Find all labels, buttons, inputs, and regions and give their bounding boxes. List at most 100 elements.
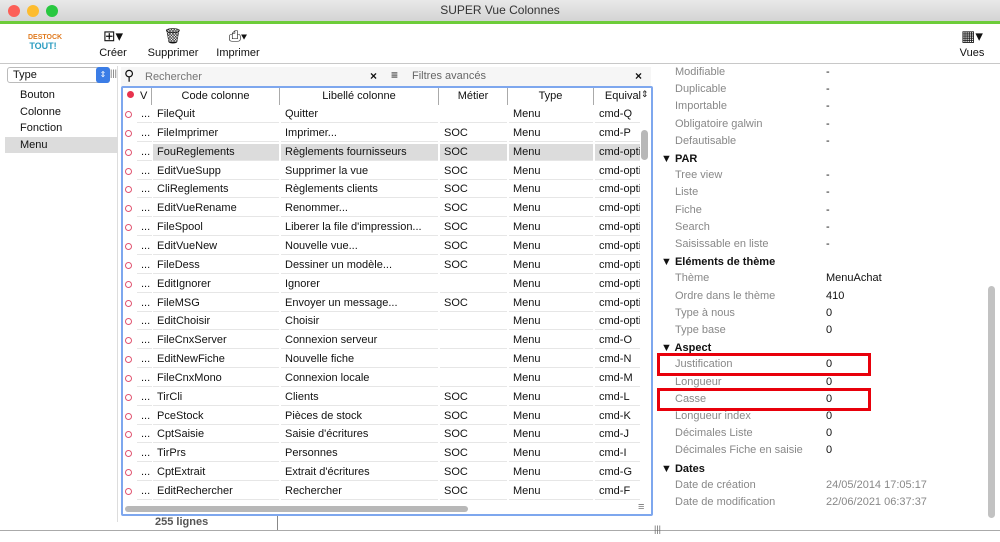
split-handle-right[interactable]: ||| — [654, 524, 661, 534]
minimize-window-button[interactable] — [27, 5, 39, 17]
row-status-icon — [125, 186, 132, 194]
property-label: Defautisable — [675, 134, 737, 147]
type-cell: Menu — [509, 332, 593, 350]
metier-cell: SOC — [440, 445, 507, 463]
disclosure-triangle-icon[interactable]: ▼ — [661, 153, 675, 165]
label-cell: Supprimer la vue — [281, 163, 438, 180]
clear-filters-icon[interactable]: × — [635, 69, 642, 83]
code-cell: EditNewFiche — [153, 351, 279, 369]
row-status-icon — [125, 431, 132, 439]
table-row[interactable]: ... FileCnxMono Connexion locale Menu cmd-M — [123, 369, 641, 388]
table-row[interactable]: ... FileMSG Envoyer un message... SOC Menu cm… — [123, 294, 641, 313]
table-row[interactable]: ... EditVueSupp Supprimer la vue SOC Menu cmd… — [123, 162, 641, 181]
table-row[interactable]: ... TirPrs Personnes SOC Menu cmd-I — [123, 444, 641, 463]
equiv-cell: cmd-J — [595, 426, 640, 444]
property-label: Modifiable — [675, 66, 726, 78]
create-button[interactable]: ⊞▾ Créer — [96, 27, 130, 59]
advanced-filters-button[interactable]: Filtres avancés — [412, 70, 486, 82]
section-header[interactable]: ▼ Eléments de thème — [661, 256, 775, 268]
property-label: Liste — [675, 186, 699, 199]
table-row[interactable]: ... TirCli Clients SOC Menu cmd-L — [123, 388, 641, 407]
table-row[interactable]: ... CliReglements Règlements clients SOC Men… — [123, 180, 641, 199]
code-cell: FileQuit — [153, 106, 279, 123]
column-header[interactable]: Type — [508, 88, 594, 105]
label-cell: Clients — [281, 389, 438, 406]
table-row[interactable]: ... CptExtrait Extrait d'écritures SOC Menu c… — [123, 463, 641, 482]
table-row[interactable]: ... EditChoisir Choisir Menu cmd-opti — [123, 312, 641, 331]
column-header[interactable]: Equival — [594, 88, 641, 105]
property-value: MenuAchat — [826, 272, 882, 285]
properties-scrollbar[interactable] — [988, 286, 995, 518]
equiv-cell: cmd-N — [595, 351, 640, 369]
label-cell: Renommer... — [281, 200, 438, 218]
label-cell: Connexion serveur — [281, 332, 438, 350]
label-cell: Rechercher — [281, 483, 438, 500]
property-label: Longueur index — [675, 410, 751, 422]
vertical-scrollbar[interactable] — [641, 130, 648, 160]
disclosure-triangle-icon[interactable]: ▼ — [661, 463, 675, 475]
column-header[interactable]: Libellé colonne — [280, 88, 439, 105]
split-handle[interactable]: ||| — [110, 68, 117, 78]
close-window-button[interactable] — [8, 5, 20, 17]
print-button[interactable]: ⎙▾ Imprimer — [214, 27, 262, 59]
type-cell: Menu — [509, 143, 593, 161]
horizontal-scrollbar[interactable] — [125, 506, 468, 512]
row-v-cell: ... — [137, 276, 152, 293]
equiv-cell: cmd-opti — [595, 257, 640, 274]
label-cell: Liberer la file d'impression... — [281, 219, 438, 237]
column-header[interactable]: Métier — [439, 88, 508, 105]
row-v-cell: ... — [137, 332, 152, 350]
table-row[interactable]: ... FileCnxServer Connexion serveur Menu cmd… — [123, 331, 641, 350]
metier-cell: SOC — [440, 483, 507, 500]
label-cell: Quitter — [281, 106, 438, 123]
sort-icon[interactable]: ⇕ — [641, 89, 649, 100]
type-item-colonne[interactable]: Colonne — [5, 104, 118, 120]
section-header[interactable]: ▼ Dates — [661, 463, 705, 475]
search-input[interactable] — [145, 69, 365, 84]
column-header[interactable]: V — [137, 88, 152, 105]
delete-button[interactable]: 🗑 Supprimer — [145, 27, 201, 59]
property-value: 24/05/2014 17:05:17 — [826, 478, 927, 491]
type-item-menu[interactable]: Menu — [5, 136, 118, 153]
property-value: - — [826, 238, 830, 250]
disclosure-triangle-icon[interactable]: ▼ — [661, 342, 675, 354]
section-header[interactable]: ▼ Aspect — [661, 342, 711, 354]
table-row[interactable]: ... EditNewFiche Nouvelle fiche Menu cmd-N — [123, 350, 641, 369]
table-row[interactable]: ... FileSpool Liberer la file d'impression… — [123, 218, 641, 237]
column-header[interactable]: Code colonne — [152, 88, 280, 105]
type-item-fonction[interactable]: Fonction — [5, 120, 118, 136]
table-row[interactable]: ... FouReglements Règlements fournisseurs S… — [123, 143, 641, 162]
views-button[interactable]: ▦▾ Vues — [956, 27, 988, 59]
row-v-cell: ... — [137, 389, 152, 406]
table-row[interactable]: ... FileQuit Quitter Menu cmd-Q — [123, 105, 641, 124]
row-v-cell: ... — [137, 370, 152, 387]
table-row[interactable]: ... EditVueNew Nouvelle vue... SOC Menu cmd-o… — [123, 237, 641, 256]
disclosure-triangle-icon[interactable]: ▼ — [661, 256, 675, 268]
status-dot-icon — [127, 91, 134, 98]
row-v-cell: ... — [137, 483, 152, 500]
row-status-icon — [125, 224, 132, 232]
equiv-cell: cmd-Q — [595, 106, 640, 123]
table-row[interactable]: ... CptSaisie Saisie d'écritures SOC Menu cmd… — [123, 425, 641, 444]
table-row[interactable]: ... EditVueRename Renommer... SOC Menu cmd-op… — [123, 199, 641, 218]
clear-search-icon[interactable]: × — [370, 69, 377, 83]
column-menu-icon[interactable]: ≡ — [638, 501, 644, 513]
table-row[interactable]: ... EditIgnorer Ignorer Menu cmd-opti — [123, 275, 641, 294]
type-item-bouton[interactable]: Bouton — [5, 87, 118, 103]
metier-cell: SOC — [440, 125, 507, 142]
section-header[interactable]: ▼ PAR — [661, 153, 697, 165]
type-cell: Menu — [509, 464, 593, 482]
zoom-window-button[interactable] — [46, 5, 58, 17]
row-status-icon — [125, 129, 132, 137]
type-cell: Menu — [509, 106, 593, 123]
row-v-cell: ... — [137, 295, 152, 312]
row-status-icon — [125, 111, 132, 118]
type-select[interactable]: Type ⇕ — [7, 67, 110, 83]
table-row[interactable]: ... FileImprimer Imprimer... SOC Menu cmd-P — [123, 124, 641, 143]
table-row[interactable]: ... EditRechercher Rechercher SOC Menu cmd-F — [123, 482, 641, 501]
type-cell: Menu — [509, 445, 593, 463]
table-row[interactable]: ... FileDess Dessiner un modèle... SOC Menu c… — [123, 256, 641, 275]
table-row[interactable]: ... PceStock Pièces de stock SOC Menu cmd-K — [123, 407, 641, 426]
equiv-cell: cmd-opti — [595, 295, 640, 312]
row-status-icon — [125, 356, 132, 364]
